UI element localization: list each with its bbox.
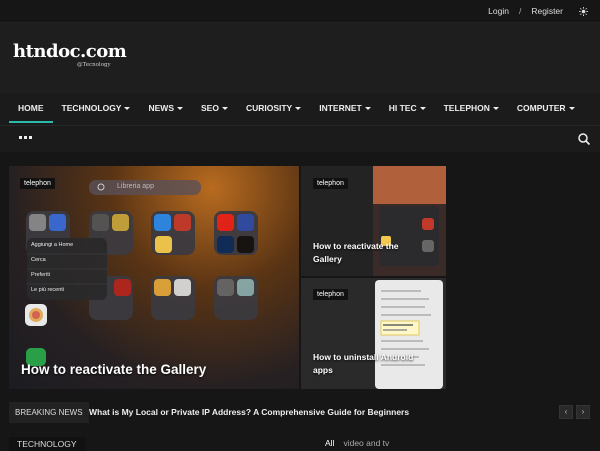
nav-label: INTERNET xyxy=(319,103,362,113)
hero-category-tag[interactable]: telephon xyxy=(20,178,55,189)
breaking-news-bar: BREAKING NEWS What is My Local or Privat… xyxy=(9,402,591,424)
login-register-separator: / xyxy=(518,6,522,16)
nav-label: COMPUTER xyxy=(516,103,566,113)
nav-item-home[interactable]: HOME xyxy=(9,93,53,125)
main-nav: HOME TECHNOLOGY NEWS SEO CURIOSITY INTER… xyxy=(0,93,600,125)
menu-item-search: Cerca xyxy=(31,257,46,263)
hero-title[interactable]: How to reactivate the Gallery xyxy=(21,362,206,377)
menu-item-recent: Le più recenti xyxy=(31,287,65,293)
hero-card[interactable]: Libreria app Aggiungi a Home Cerca Prefe… xyxy=(9,166,299,389)
nav-label: HI TEC xyxy=(388,103,417,113)
breaking-news-headline[interactable]: What is My Local or Private IP Address? … xyxy=(89,407,409,417)
menu-item-add-home: Aggiungi a Home xyxy=(31,242,74,248)
nav-item-seo[interactable]: SEO xyxy=(192,93,237,125)
caret-down-icon xyxy=(492,107,499,111)
side-card-1-tag[interactable]: telephon xyxy=(313,178,348,189)
caret-down-icon xyxy=(568,107,575,111)
nav-label: TECHNOLOGY xyxy=(61,103,122,113)
nav-label: NEWS xyxy=(148,103,174,113)
site-logo[interactable]: htndoc.com xyxy=(13,41,127,62)
caret-down-icon xyxy=(419,107,426,111)
prev-arrow-icon[interactable]: ‹ xyxy=(559,405,573,419)
side-card-2-tag[interactable]: telephon xyxy=(313,289,348,300)
breaking-news-label: BREAKING NEWS xyxy=(9,402,89,423)
nav-item-internet[interactable]: INTERNET xyxy=(310,93,380,125)
nav-label: CURIOSITY xyxy=(245,103,293,113)
next-arrow-icon[interactable]: › xyxy=(576,405,590,419)
register-link[interactable]: Register xyxy=(531,6,563,16)
search-icon[interactable] xyxy=(577,132,591,146)
top-bar: Login / Register xyxy=(0,0,600,23)
side-card-1-title[interactable]: How to reactivate the Gallery xyxy=(313,240,413,266)
caret-down-icon xyxy=(364,107,371,111)
site-header: htndoc.com @Tecnology xyxy=(0,23,600,93)
nav-item-news[interactable]: NEWS xyxy=(139,93,192,125)
menu-item-favorites: Preferiti xyxy=(31,272,50,278)
nav-item-hi-tec[interactable]: HI TEC xyxy=(380,93,435,125)
sun-icon[interactable] xyxy=(579,6,588,16)
nav-label: TELEPHON xyxy=(443,103,490,113)
nav-item-technology[interactable]: TECHNOLOGY xyxy=(53,93,140,125)
nav-label: SEO xyxy=(200,103,219,113)
section-title: TECHNOLOGY xyxy=(9,437,85,451)
caret-down-icon xyxy=(221,107,228,111)
context-menu: Aggiungi a Home Cerca Preferiti Le più r… xyxy=(31,242,106,302)
filter-all[interactable]: All xyxy=(325,438,334,448)
nav-item-computer[interactable]: COMPUTER xyxy=(508,93,584,125)
nav-item-telephon[interactable]: TELEPHON xyxy=(435,93,508,125)
side-card-2[interactable]: telephon How to uninstall Android apps xyxy=(301,278,446,389)
caret-down-icon xyxy=(295,107,302,111)
nav-label: HOME xyxy=(18,103,44,113)
side-card-1[interactable]: telephon How to reactivate the Gallery xyxy=(301,166,446,276)
nav-item-curiosity[interactable]: CURIOSITY xyxy=(237,93,310,125)
hero-search-text: Libreria app xyxy=(117,183,154,190)
sub-nav xyxy=(0,125,600,152)
login-link[interactable]: Login xyxy=(488,6,509,16)
caret-down-icon xyxy=(124,107,131,111)
site-tagline: @Tecnology xyxy=(77,62,111,68)
section-filters: All video and tv xyxy=(325,438,389,448)
side-card-2-title[interactable]: How to uninstall Android apps xyxy=(313,351,423,377)
caret-down-icon xyxy=(176,107,183,111)
filter-video-tv[interactable]: video and tv xyxy=(343,438,389,448)
more-menu-icon[interactable] xyxy=(19,136,32,139)
